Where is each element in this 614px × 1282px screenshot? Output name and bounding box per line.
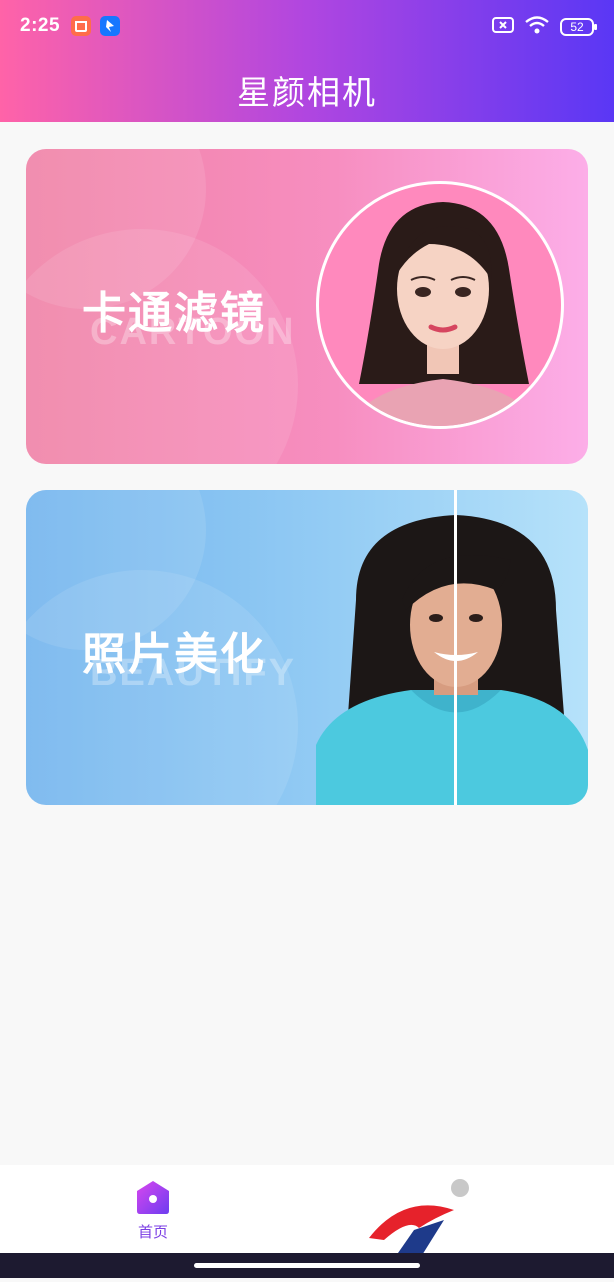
card-title: 照片美化 (82, 629, 266, 680)
before-after-portrait-image (316, 515, 588, 805)
cartoon-portrait-image (316, 181, 564, 429)
page-title: 星颜相机 (237, 73, 377, 112)
notification-app-icon-orange (71, 16, 91, 36)
photo-beautify-card[interactable]: BEAUTIFY 照片美化 (26, 490, 588, 805)
home-gesture-handle[interactable] (194, 1263, 420, 1268)
status-time: 2:25 (20, 15, 61, 36)
home-icon (135, 1179, 171, 1215)
status-bar: 2:25 52 (0, 0, 614, 54)
cartoon-filter-card[interactable]: CARTOON 卡通滤镜 (26, 149, 588, 464)
close-box-icon (492, 16, 514, 38)
status-icons: 52 (492, 15, 597, 39)
card-title: 卡通滤镜 (82, 288, 266, 339)
battery-icon: 52 (560, 18, 597, 36)
before-after-divider[interactable] (454, 490, 457, 805)
notification-app-icon-blue (100, 16, 120, 36)
profile-tab-icon[interactable] (451, 1179, 469, 1197)
tab-label: 首页 (137, 1223, 168, 1241)
system-navigation-bar (0, 1253, 614, 1278)
tab-home[interactable]: 首页 (120, 1179, 186, 1242)
app-header: 2:25 52 星颜相机 (0, 0, 614, 122)
wifi-icon (524, 15, 550, 39)
bottom-tab-bar: 首页 (0, 1165, 614, 1253)
